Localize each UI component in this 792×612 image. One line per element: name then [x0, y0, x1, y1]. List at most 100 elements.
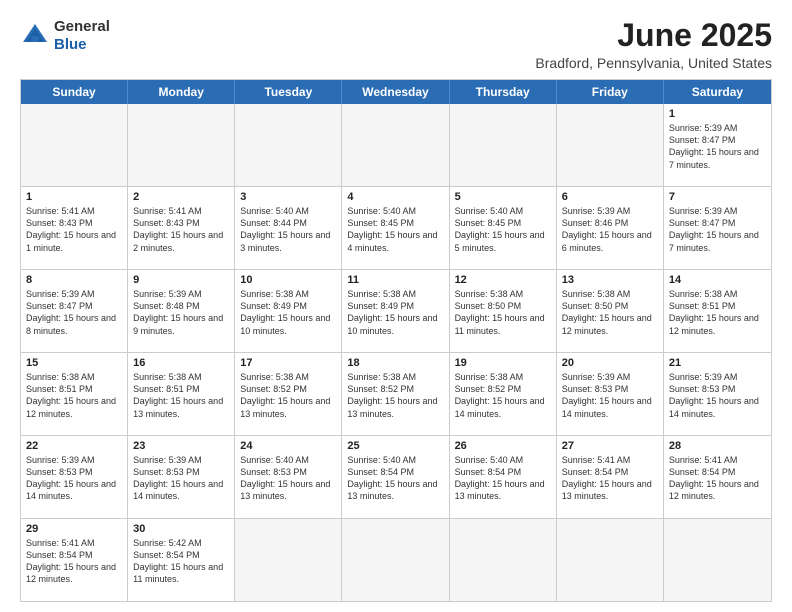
day-number: 2 [133, 191, 229, 203]
calendar-row-4: 22 Sunrise: 5:39 AMSunset: 8:53 PMDaylig… [21, 435, 771, 518]
day-number: 12 [455, 274, 551, 286]
cell-info: Sunrise: 5:39 AMSunset: 8:53 PMDaylight:… [669, 371, 766, 420]
cell-info: Sunrise: 5:41 AMSunset: 8:54 PMDaylight:… [26, 537, 122, 586]
calendar-cell: 25 Sunrise: 5:40 AMSunset: 8:54 PMDaylig… [342, 436, 449, 518]
header-right: June 2025 Bradford, Pennsylvania, United… [535, 18, 772, 71]
location: Bradford, Pennsylvania, United States [535, 55, 772, 71]
cell-info: Sunrise: 5:40 AMSunset: 8:54 PMDaylight:… [347, 454, 443, 503]
calendar-cell [557, 104, 664, 186]
day-number: 3 [240, 191, 336, 203]
header-day-wednesday: Wednesday [342, 80, 449, 104]
calendar-row-0: 1 Sunrise: 5:39 AMSunset: 8:47 PMDayligh… [21, 104, 771, 186]
cell-info: Sunrise: 5:41 AMSunset: 8:43 PMDaylight:… [26, 205, 122, 254]
day-number: 7 [669, 191, 766, 203]
calendar-cell [128, 104, 235, 186]
calendar-cell: 13 Sunrise: 5:38 AMSunset: 8:50 PMDaylig… [557, 270, 664, 352]
calendar-cell [21, 104, 128, 186]
cell-info: Sunrise: 5:42 AMSunset: 8:54 PMDaylight:… [133, 537, 229, 586]
cell-info: Sunrise: 5:41 AMSunset: 8:43 PMDaylight:… [133, 205, 229, 254]
day-number: 26 [455, 440, 551, 452]
calendar-cell: 21 Sunrise: 5:39 AMSunset: 8:53 PMDaylig… [664, 353, 771, 435]
cell-info: Sunrise: 5:41 AMSunset: 8:54 PMDaylight:… [562, 454, 658, 503]
cell-info: Sunrise: 5:39 AMSunset: 8:47 PMDaylight:… [26, 288, 122, 337]
calendar-cell: 22 Sunrise: 5:39 AMSunset: 8:53 PMDaylig… [21, 436, 128, 518]
calendar-cell: 14 Sunrise: 5:38 AMSunset: 8:51 PMDaylig… [664, 270, 771, 352]
cell-info: Sunrise: 5:39 AMSunset: 8:53 PMDaylight:… [26, 454, 122, 503]
day-number: 29 [26, 523, 122, 535]
calendar-cell: 9 Sunrise: 5:39 AMSunset: 8:48 PMDayligh… [128, 270, 235, 352]
calendar-row-1: 1 Sunrise: 5:41 AMSunset: 8:43 PMDayligh… [21, 186, 771, 269]
calendar-cell: 20 Sunrise: 5:39 AMSunset: 8:53 PMDaylig… [557, 353, 664, 435]
calendar-cell [664, 519, 771, 601]
month-title: June 2025 [535, 18, 772, 53]
day-number: 18 [347, 357, 443, 369]
calendar-cell: 24 Sunrise: 5:40 AMSunset: 8:53 PMDaylig… [235, 436, 342, 518]
calendar-cell: 26 Sunrise: 5:40 AMSunset: 8:54 PMDaylig… [450, 436, 557, 518]
calendar-cell [235, 519, 342, 601]
cell-info: Sunrise: 5:39 AMSunset: 8:48 PMDaylight:… [133, 288, 229, 337]
calendar-cell [450, 104, 557, 186]
calendar-cell: 27 Sunrise: 5:41 AMSunset: 8:54 PMDaylig… [557, 436, 664, 518]
day-number: 22 [26, 440, 122, 452]
day-number: 30 [133, 523, 229, 535]
calendar-cell: 2 Sunrise: 5:41 AMSunset: 8:43 PMDayligh… [128, 187, 235, 269]
day-number: 23 [133, 440, 229, 452]
logo-icon [20, 21, 50, 51]
page: General Blue June 2025 Bradford, Pennsyl… [0, 0, 792, 612]
cell-info: Sunrise: 5:40 AMSunset: 8:54 PMDaylight:… [455, 454, 551, 503]
day-number: 16 [133, 357, 229, 369]
day-number: 1 [26, 191, 122, 203]
day-number: 11 [347, 274, 443, 286]
day-number: 28 [669, 440, 766, 452]
cell-info: Sunrise: 5:38 AMSunset: 8:51 PMDaylight:… [133, 371, 229, 420]
calendar-cell: 19 Sunrise: 5:38 AMSunset: 8:52 PMDaylig… [450, 353, 557, 435]
cell-info: Sunrise: 5:38 AMSunset: 8:52 PMDaylight:… [347, 371, 443, 420]
cell-info: Sunrise: 5:38 AMSunset: 8:49 PMDaylight:… [240, 288, 336, 337]
cell-info: Sunrise: 5:38 AMSunset: 8:51 PMDaylight:… [26, 371, 122, 420]
cell-info: Sunrise: 5:40 AMSunset: 8:44 PMDaylight:… [240, 205, 336, 254]
day-number: 20 [562, 357, 658, 369]
calendar-row-3: 15 Sunrise: 5:38 AMSunset: 8:51 PMDaylig… [21, 352, 771, 435]
cell-info: Sunrise: 5:40 AMSunset: 8:53 PMDaylight:… [240, 454, 336, 503]
calendar-cell [342, 104, 449, 186]
day-number: 27 [562, 440, 658, 452]
day-number: 21 [669, 357, 766, 369]
day-number: 13 [562, 274, 658, 286]
cell-info: Sunrise: 5:40 AMSunset: 8:45 PMDaylight:… [455, 205, 551, 254]
calendar: SundayMondayTuesdayWednesdayThursdayFrid… [20, 79, 772, 602]
calendar-cell: 5 Sunrise: 5:40 AMSunset: 8:45 PMDayligh… [450, 187, 557, 269]
day-number: 19 [455, 357, 551, 369]
calendar-cell [342, 519, 449, 601]
logo-text: General Blue [54, 18, 110, 54]
calendar-cell: 23 Sunrise: 5:39 AMSunset: 8:53 PMDaylig… [128, 436, 235, 518]
cell-info: Sunrise: 5:40 AMSunset: 8:45 PMDaylight:… [347, 205, 443, 254]
calendar-cell: 4 Sunrise: 5:40 AMSunset: 8:45 PMDayligh… [342, 187, 449, 269]
calendar-cell: 10 Sunrise: 5:38 AMSunset: 8:49 PMDaylig… [235, 270, 342, 352]
calendar-cell: 12 Sunrise: 5:38 AMSunset: 8:50 PMDaylig… [450, 270, 557, 352]
calendar-cell: 18 Sunrise: 5:38 AMSunset: 8:52 PMDaylig… [342, 353, 449, 435]
day-number: 15 [26, 357, 122, 369]
header-day-friday: Friday [557, 80, 664, 104]
day-number: 25 [347, 440, 443, 452]
header-day-saturday: Saturday [664, 80, 771, 104]
day-number: 1 [669, 108, 766, 120]
calendar-cell: 11 Sunrise: 5:38 AMSunset: 8:49 PMDaylig… [342, 270, 449, 352]
calendar-cell: 17 Sunrise: 5:38 AMSunset: 8:52 PMDaylig… [235, 353, 342, 435]
cell-info: Sunrise: 5:39 AMSunset: 8:53 PMDaylight:… [133, 454, 229, 503]
day-number: 5 [455, 191, 551, 203]
calendar-cell [557, 519, 664, 601]
cell-info: Sunrise: 5:38 AMSunset: 8:52 PMDaylight:… [455, 371, 551, 420]
calendar-body: 1 Sunrise: 5:39 AMSunset: 8:47 PMDayligh… [21, 104, 771, 601]
calendar-cell: 1 Sunrise: 5:41 AMSunset: 8:43 PMDayligh… [21, 187, 128, 269]
cell-info: Sunrise: 5:38 AMSunset: 8:50 PMDaylight:… [455, 288, 551, 337]
calendar-cell: 28 Sunrise: 5:41 AMSunset: 8:54 PMDaylig… [664, 436, 771, 518]
calendar-cell: 1 Sunrise: 5:39 AMSunset: 8:47 PMDayligh… [664, 104, 771, 186]
calendar-cell: 16 Sunrise: 5:38 AMSunset: 8:51 PMDaylig… [128, 353, 235, 435]
day-number: 17 [240, 357, 336, 369]
calendar-row-2: 8 Sunrise: 5:39 AMSunset: 8:47 PMDayligh… [21, 269, 771, 352]
day-number: 10 [240, 274, 336, 286]
day-number: 24 [240, 440, 336, 452]
header-day-tuesday: Tuesday [235, 80, 342, 104]
day-number: 14 [669, 274, 766, 286]
day-number: 6 [562, 191, 658, 203]
